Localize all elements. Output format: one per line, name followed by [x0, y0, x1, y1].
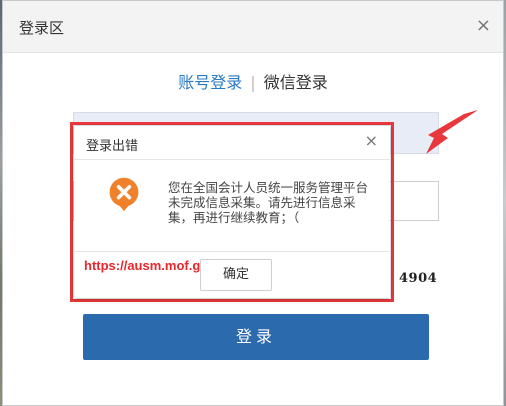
error-dialog-footer: 确定 — [74, 252, 390, 298]
error-message-text: 您在全国会计人员统一服务管理平台未完成信息采集。请先进行信息采集，再进行继续教育… — [168, 180, 369, 225]
error-dialog-title: 登录出错 — [86, 139, 139, 154]
error-dialog-header: 登录出错 × — [74, 126, 390, 160]
tab-wechat-login[interactable]: 微信登录 — [264, 73, 328, 92]
error-message: 您在全国会计人员统一服务管理平台未完成信息采集。请先进行信息采集，再进行继续教育… — [168, 180, 378, 225]
error-x-icon — [109, 177, 139, 212]
screen: 登录区 × 账号登录 | 微信登录 4904 登录 登录出错 × 您在全国会计人员统… — [0, 0, 506, 406]
error-dialog: 登录出错 × 您在全国会计人员统一服务管理平台未完成信息采集。请先进行信息采集，… — [74, 126, 390, 298]
tab-separator: | — [250, 73, 256, 92]
login-window-title: 登录区 — [19, 19, 65, 37]
error-dialog-body: 您在全国会计人员统一服务管理平台未完成信息采集。请先进行信息采集，再进行继续教育… — [74, 160, 390, 276]
ok-button[interactable]: 确定 — [200, 259, 272, 291]
annotation-arrow-icon — [426, 110, 478, 154]
tab-account-login[interactable]: 账号登录 — [178, 73, 242, 92]
close-icon[interactable]: × — [365, 133, 378, 149]
close-icon[interactable]: × — [476, 17, 491, 35]
login-window-header: 登录区 × — [3, 1, 503, 53]
login-tabs: 账号登录 | 微信登录 — [3, 69, 503, 93]
login-button[interactable]: 登录 — [83, 314, 429, 360]
captcha-image[interactable]: 4904 — [399, 271, 437, 286]
